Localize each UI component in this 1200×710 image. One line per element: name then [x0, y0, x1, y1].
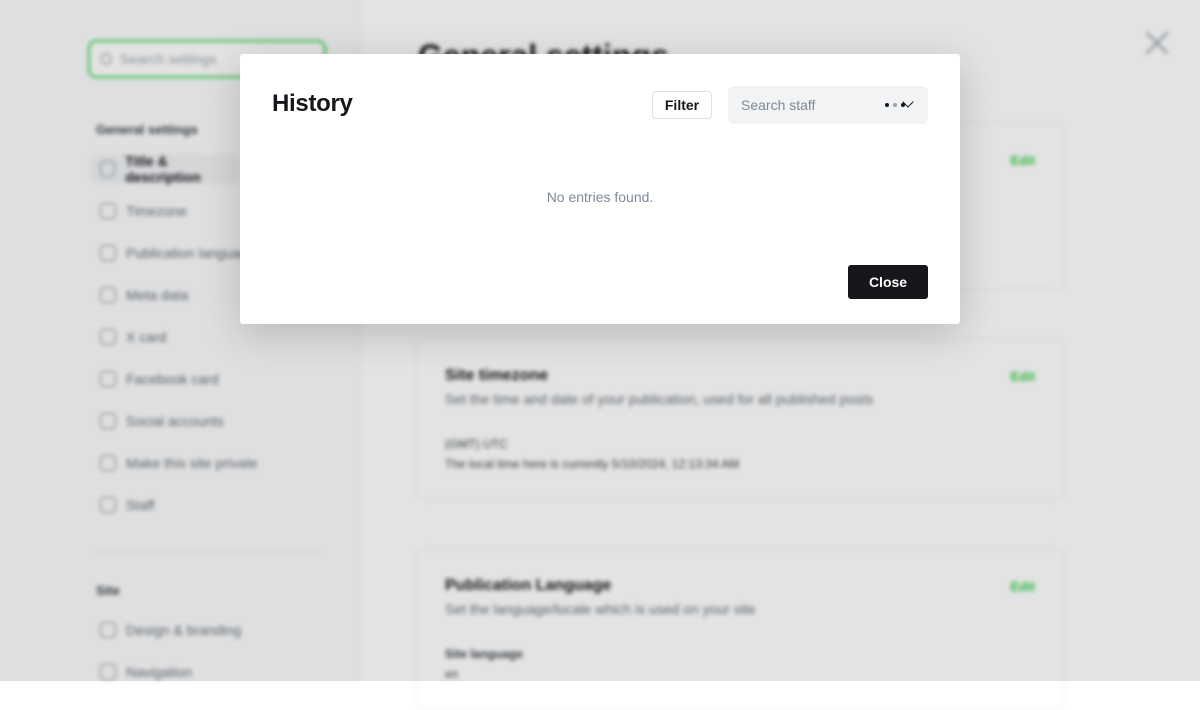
- staff-search-input[interactable]: [741, 97, 871, 113]
- close-button[interactable]: Close: [848, 265, 928, 299]
- modal-title: History: [272, 90, 353, 117]
- empty-state-message: No entries found.: [546, 189, 654, 205]
- filter-button[interactable]: Filter: [652, 91, 712, 119]
- staff-search-select[interactable]: [728, 86, 928, 124]
- history-modal: History Filter No entries found. Close: [240, 54, 960, 324]
- loading-dots-icon: [885, 103, 905, 107]
